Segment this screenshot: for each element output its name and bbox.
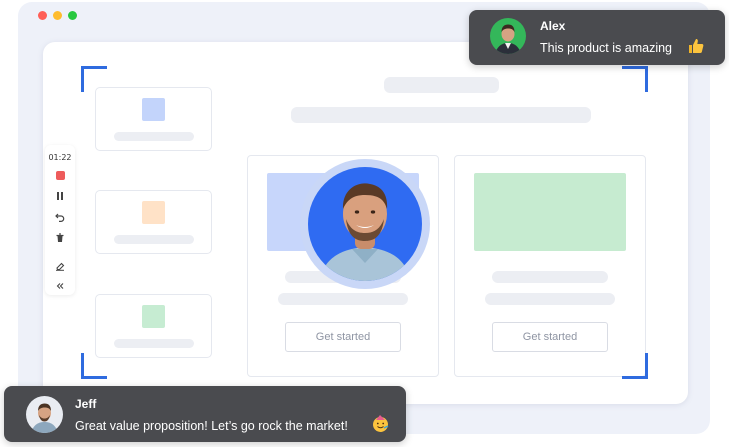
pause-icon[interactable] bbox=[56, 192, 64, 200]
thumbnail-card[interactable] bbox=[95, 294, 212, 358]
capture-corner-top-right bbox=[622, 66, 648, 92]
card-text-skeleton bbox=[278, 293, 408, 305]
capture-corner-bottom-right bbox=[622, 353, 648, 379]
thumbnail-caption-skeleton bbox=[114, 339, 194, 348]
thumbnail-caption-skeleton bbox=[114, 235, 194, 244]
recording-toolbar: 01:22 bbox=[45, 145, 75, 295]
thumbnail-image bbox=[142, 98, 165, 121]
get-started-button[interactable]: Get started bbox=[492, 322, 608, 352]
product-card: Get started bbox=[454, 155, 646, 377]
close-window-button[interactable] bbox=[38, 11, 47, 20]
product-image-placeholder bbox=[474, 173, 626, 251]
comment-bubble: Alex This product is amazing bbox=[469, 10, 725, 65]
recording-timer: 01:22 bbox=[48, 153, 72, 162]
thumbnail-card[interactable] bbox=[95, 190, 212, 254]
get-started-button[interactable]: Get started bbox=[285, 322, 401, 352]
comment-author: Alex bbox=[540, 19, 566, 33]
header-skeleton-title bbox=[384, 77, 499, 93]
comment-text: Great value proposition! Let’s go rock t… bbox=[75, 419, 348, 433]
capture-corner-bottom-left bbox=[81, 353, 107, 379]
thumbs-up-icon bbox=[689, 39, 704, 53]
user-avatar bbox=[490, 18, 526, 54]
comment-author: Jeff bbox=[75, 397, 97, 411]
comment-text: This product is amazing bbox=[540, 41, 673, 55]
thumbnail-card[interactable] bbox=[95, 87, 212, 151]
minimize-window-button[interactable] bbox=[53, 11, 62, 20]
thumbnail-image bbox=[142, 305, 165, 328]
thumbnail-caption-skeleton bbox=[114, 132, 194, 141]
maximize-window-button[interactable] bbox=[68, 11, 77, 20]
user-avatar bbox=[26, 396, 63, 433]
collapse-icon[interactable] bbox=[55, 281, 65, 291]
party-face-icon bbox=[373, 415, 389, 432]
presenter-avatar bbox=[308, 167, 422, 281]
eraser-icon[interactable] bbox=[55, 261, 65, 271]
presenter-webcam[interactable] bbox=[300, 159, 430, 289]
stop-icon[interactable] bbox=[56, 171, 65, 180]
undo-icon[interactable] bbox=[55, 212, 65, 222]
capture-corner-top-left bbox=[81, 66, 107, 92]
trash-icon[interactable] bbox=[55, 233, 65, 243]
header-skeleton-subtitle bbox=[291, 107, 591, 123]
comment-bubble: Jeff Great value proposition! Let’s go r… bbox=[4, 386, 406, 442]
thumbnail-image bbox=[142, 201, 165, 224]
card-text-skeleton bbox=[485, 293, 615, 305]
card-title-skeleton bbox=[492, 271, 608, 283]
